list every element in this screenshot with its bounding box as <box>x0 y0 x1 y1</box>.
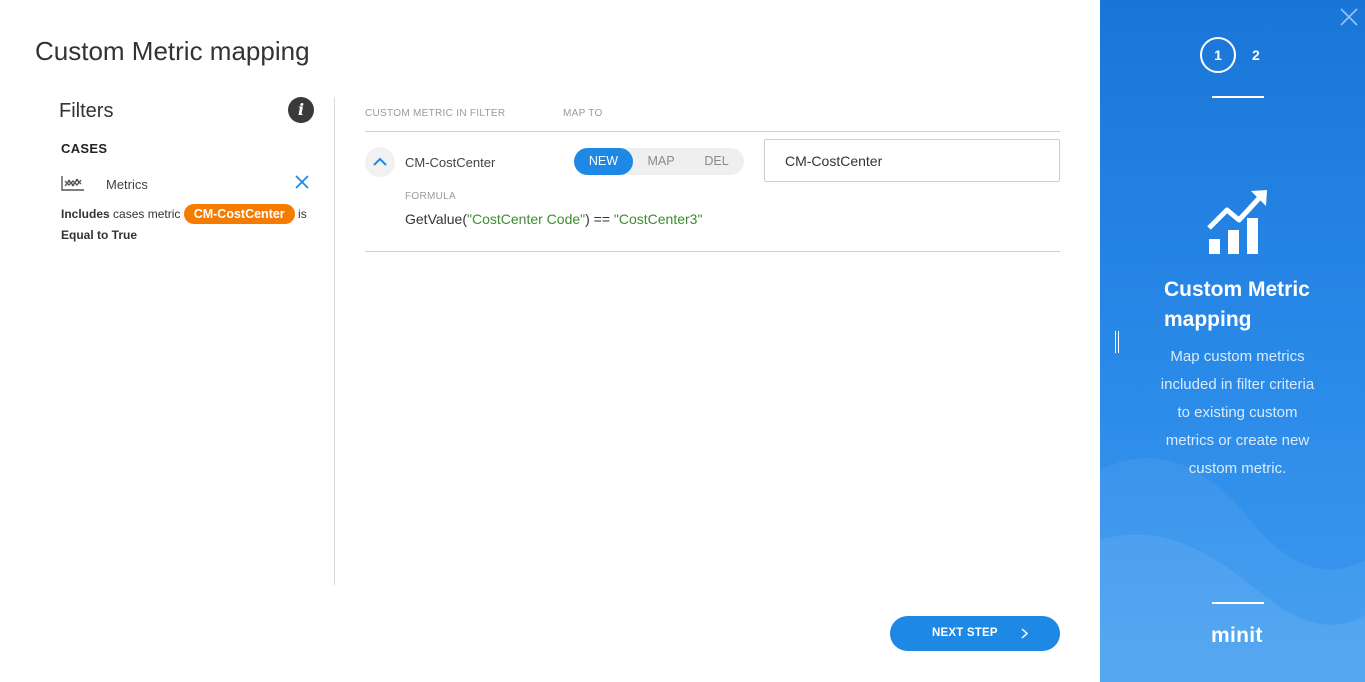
option-del[interactable]: DEL <box>689 148 744 175</box>
column-divider <box>334 97 335 585</box>
chart-growth-icon <box>1207 190 1267 254</box>
map-to-input[interactable] <box>764 139 1060 182</box>
formula-label: FORMULA <box>405 191 456 202</box>
mapping-mode-toggle: NEW MAP DEL <box>574 148 744 175</box>
formula-string: "CostCenter Code" <box>467 211 586 227</box>
header-custom-metric: CUSTOM METRIC IN FILTER <box>365 108 506 119</box>
next-step-button[interactable]: NEXT STEP <box>890 616 1060 651</box>
formula-part: GetValue( <box>405 211 467 227</box>
next-step-label: NEXT STEP <box>932 627 998 639</box>
side-panel: 1 2 Custom Metric mapping Map custom met… <box>1100 0 1365 682</box>
page-title: Custom Metric mapping <box>35 36 310 66</box>
filter-item: Metrics <box>61 173 313 195</box>
row-divider <box>365 251 1060 252</box>
step-2: 2 <box>1252 47 1260 63</box>
formula-part: ) == <box>585 211 614 227</box>
formula-string: "CostCenter3" <box>613 211 703 227</box>
option-map[interactable]: MAP <box>633 148 689 175</box>
chevron-right-icon <box>1021 628 1028 639</box>
filter-desc-text: cases metric <box>109 207 184 221</box>
wave-decoration <box>1100 458 1365 682</box>
metrics-icon <box>61 176 84 191</box>
filter-desc-condition: Equal to True <box>61 228 138 242</box>
resize-handle[interactable] <box>1115 331 1119 353</box>
chevron-up-icon <box>373 157 387 166</box>
close-icon[interactable] <box>1340 8 1358 26</box>
filter-description: Includes cases metric CM-CostCenter is E… <box>61 204 321 246</box>
cases-section-label: CASES <box>61 141 108 156</box>
close-icon[interactable] <box>293 173 311 191</box>
side-description: Map custom metrics included in filter cr… <box>1160 348 1315 477</box>
filter-desc-includes: Includes <box>61 207 110 221</box>
filter-desc-is: is <box>294 207 307 221</box>
option-new[interactable]: NEW <box>574 148 633 175</box>
metric-name: CM-CostCenter <box>405 155 496 170</box>
divider <box>1212 96 1264 98</box>
info-icon[interactable]: i <box>288 97 314 123</box>
brand-logo: minit <box>1211 624 1263 647</box>
side-title: Custom Metric mapping <box>1164 278 1310 331</box>
filter-item-label: Metrics <box>106 177 148 192</box>
filters-title: Filters <box>59 100 114 122</box>
header-map-to: MAP TO <box>563 108 603 119</box>
divider <box>1212 602 1264 604</box>
header-divider <box>365 131 1060 132</box>
collapse-button[interactable] <box>365 147 395 177</box>
step-1: 1 <box>1200 37 1236 73</box>
formula-text: GetValue("CostCenter Code") == "CostCent… <box>405 211 702 227</box>
metric-pill: CM-CostCenter <box>183 204 295 224</box>
